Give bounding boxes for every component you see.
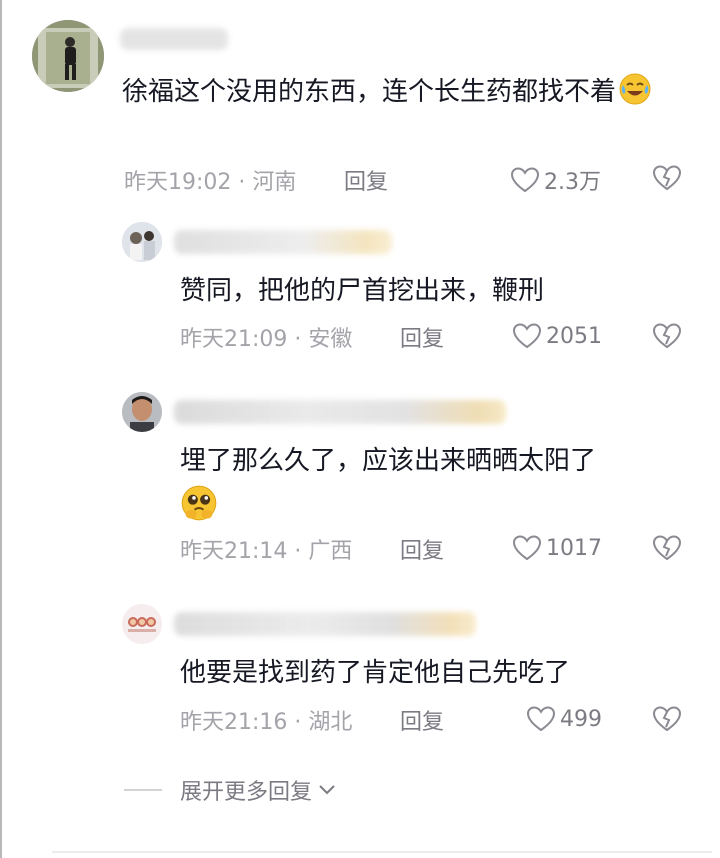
like-button[interactable]: 499 [526, 705, 602, 733]
comment-text: 埋了那么久了，应该出来晒晒太阳了 [180, 442, 680, 527]
avatar[interactable] [122, 392, 162, 432]
like-count: 2.3万 [544, 170, 601, 195]
like-count: 2051 [546, 323, 602, 349]
dislike-heart-icon[interactable] [652, 705, 682, 733]
time-location: 昨天21:14 · 广西 [180, 539, 353, 564]
like-count: 499 [560, 706, 602, 732]
time-location: 昨天19:02 · 河南 [124, 170, 297, 195]
heart-icon [512, 323, 542, 349]
comment-meta: 昨天21:14 · 广西 回复 [180, 533, 680, 565]
divider [52, 851, 712, 853]
comment-text-content: 他要是找到药了肯定他自己先吃了 [180, 658, 571, 688]
comment-thread: 徐福这个没用的东西，连个长生药都找不着 昨天19:02 · 河南 回复 2.3万… [0, 0, 720, 858]
crying-laughing-emoji [619, 73, 651, 105]
heart-icon [510, 167, 540, 193]
reply-button[interactable]: 回复 [400, 704, 444, 736]
time-location: 昨天21:16 · 湖北 [180, 710, 353, 735]
comment-text-content: 埋了那么久了，应该出来晒晒太阳了 [180, 446, 597, 476]
heart-icon [512, 535, 542, 561]
avatar[interactable] [122, 222, 162, 262]
comment-text: 赞同，把他的尸首挖出来，鞭刑 [180, 272, 680, 310]
reply-button[interactable]: 回复 [400, 533, 444, 565]
like-button[interactable]: 2051 [512, 322, 602, 350]
comment-text: 他要是找到药了肯定他自己先吃了 [180, 654, 680, 692]
comment-meta: 昨天21:09 · 安徽 回复 [180, 321, 680, 353]
comment-text: 徐福这个没用的东西，连个长生药都找不着 [122, 72, 682, 111]
like-count: 1017 [546, 535, 602, 561]
username-redacted[interactable] [174, 400, 506, 424]
dislike-heart-icon[interactable] [652, 164, 682, 192]
reply-button[interactable]: 回复 [344, 164, 388, 196]
dislike-heart-icon[interactable] [652, 322, 682, 350]
comment-text-content: 徐福这个没用的东西，连个长生药都找不着 [122, 77, 617, 107]
comment-text-content: 赞同，把他的尸首挖出来，鞭刑 [180, 276, 545, 306]
time-location: 昨天21:09 · 安徽 [180, 327, 353, 352]
expand-replies-button[interactable]: 展开更多回复 [124, 774, 336, 806]
pleading-emoji [181, 485, 217, 521]
username-redacted[interactable] [174, 230, 392, 254]
like-button[interactable]: 2.3万 [510, 164, 601, 196]
comment-meta: 昨天21:16 · 湖北 回复 [180, 704, 680, 736]
heart-icon [526, 706, 556, 732]
expand-replies-label: 展开更多回复 [180, 780, 313, 805]
dislike-heart-icon[interactable] [652, 534, 682, 562]
divider [124, 789, 162, 791]
username-redacted[interactable] [120, 28, 228, 50]
chevron-down-icon [319, 785, 335, 795]
like-button[interactable]: 1017 [512, 534, 602, 562]
avatar[interactable] [122, 604, 162, 644]
username-redacted[interactable] [174, 612, 476, 636]
reply-button[interactable]: 回复 [400, 321, 444, 353]
avatar[interactable] [32, 20, 104, 92]
